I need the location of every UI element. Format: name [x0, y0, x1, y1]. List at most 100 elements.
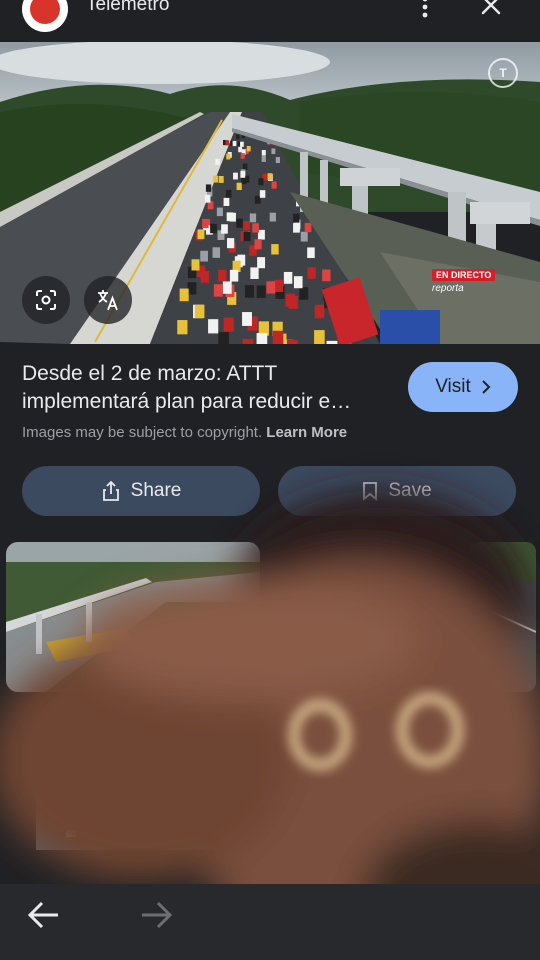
traffic-car	[256, 333, 268, 344]
result-title[interactable]: Desde el 2 de marzo: ATTT implementará p…	[22, 360, 392, 416]
chevron-right-icon	[482, 380, 491, 394]
traffic-car	[238, 146, 243, 153]
more-vert-icon[interactable]	[416, 0, 434, 20]
traffic-car	[215, 158, 220, 165]
learn-more-link[interactable]: Learn More	[266, 424, 347, 441]
save-label: Save	[388, 480, 432, 501]
traffic-car	[271, 148, 276, 155]
traffic-car	[299, 287, 309, 300]
related-image-card-right[interactable]	[470, 542, 536, 692]
traffic-car	[269, 212, 276, 222]
bookmark-icon	[363, 482, 378, 501]
traffic-car	[246, 145, 251, 152]
telemetro-watermark-icon: T	[488, 58, 518, 88]
visit-button[interactable]: Visit	[408, 362, 518, 412]
related-image-highway	[6, 542, 260, 692]
traffic-car	[242, 163, 248, 170]
result-title-line-1: Desde el 2 de marzo: ATTT	[22, 362, 278, 385]
traffic-car	[240, 141, 244, 147]
site-logo	[22, 0, 68, 32]
traffic-car	[272, 330, 284, 344]
arrow-forward-icon[interactable]	[140, 900, 174, 930]
traffic-car	[202, 218, 209, 228]
related-image-road	[470, 542, 536, 692]
related-caption-fragment: ma	[138, 728, 161, 745]
share-button[interactable]: Share	[22, 466, 260, 516]
traffic-car	[261, 155, 266, 162]
traffic-car	[197, 229, 205, 240]
traffic-car	[256, 285, 266, 299]
translate-icon	[98, 290, 118, 311]
traffic-car	[254, 239, 262, 250]
traffic-car	[274, 279, 284, 292]
traffic-car	[233, 172, 238, 180]
traffic-car	[213, 284, 223, 297]
traffic-car	[212, 247, 221, 258]
traffic-car	[257, 257, 266, 269]
related-image-card-traffic[interactable]	[36, 760, 216, 850]
save-button[interactable]: Save	[278, 466, 516, 516]
traffic-car	[258, 178, 264, 186]
traffic-car	[216, 207, 223, 217]
traffic-car	[249, 213, 257, 223]
traffic-car	[304, 222, 312, 233]
traffic-car	[322, 269, 331, 282]
traffic-car	[293, 276, 303, 289]
related-image-card[interactable]	[6, 542, 260, 692]
traffic-car	[236, 134, 240, 140]
traffic-car	[187, 282, 197, 295]
traffic-car	[242, 312, 252, 326]
google-lens-icon	[36, 290, 56, 310]
share-icon	[102, 480, 119, 501]
google-lens-button[interactable]	[22, 276, 70, 324]
highway-photo	[0, 42, 540, 344]
traffic-car	[226, 153, 231, 160]
traffic-car	[225, 189, 232, 198]
result-title-line-2: implementará plan para reducir e…	[22, 390, 352, 413]
traffic-car	[271, 244, 279, 255]
traffic-car	[266, 281, 276, 294]
traffic-car	[223, 317, 234, 332]
close-icon[interactable]	[478, 0, 504, 18]
traffic-car	[307, 267, 316, 279]
site-name: Telemetro	[86, 0, 170, 15]
traffic-car	[240, 153, 245, 159]
traffic-car	[252, 223, 259, 233]
traffic-car	[240, 171, 246, 178]
traffic-car	[191, 259, 200, 271]
traffic-car	[218, 175, 224, 183]
traffic-car	[314, 304, 325, 319]
arrow-back-icon[interactable]	[26, 900, 60, 930]
traffic-car	[271, 181, 277, 189]
traffic-car	[326, 340, 338, 344]
traffic-car	[236, 182, 242, 191]
copyright-notice: Images may be subject to copyright. Lear…	[22, 424, 347, 441]
traffic-car	[205, 184, 212, 192]
traffic-car	[177, 320, 188, 335]
traffic-car	[257, 229, 265, 240]
traffic-car	[194, 304, 205, 319]
traffic-car	[261, 149, 266, 156]
traffic-car	[314, 330, 325, 344]
traffic-car	[204, 194, 211, 203]
share-label: Share	[130, 480, 182, 501]
traffic-car	[200, 270, 210, 283]
traffic-car	[223, 197, 230, 206]
traffic-car	[179, 288, 189, 302]
traffic-car	[275, 157, 281, 164]
hero-image[interactable]: T EN DIRECTO reporta	[0, 42, 540, 344]
top-app-bar: Telemetro	[0, 0, 540, 42]
traffic-car	[236, 218, 243, 228]
translate-button[interactable]	[84, 276, 132, 324]
traffic-car	[218, 269, 227, 282]
reporta-label: reporta	[432, 283, 464, 294]
traffic-car	[283, 271, 293, 284]
traffic-car	[293, 213, 300, 223]
traffic-car	[242, 338, 254, 344]
traffic-car	[241, 177, 247, 185]
traffic-car	[243, 231, 251, 242]
traffic-car	[208, 319, 219, 334]
bottom-navigation	[0, 884, 540, 960]
traffic-car	[210, 223, 217, 234]
copyright-text: Images may be subject to copyright.	[22, 424, 263, 441]
